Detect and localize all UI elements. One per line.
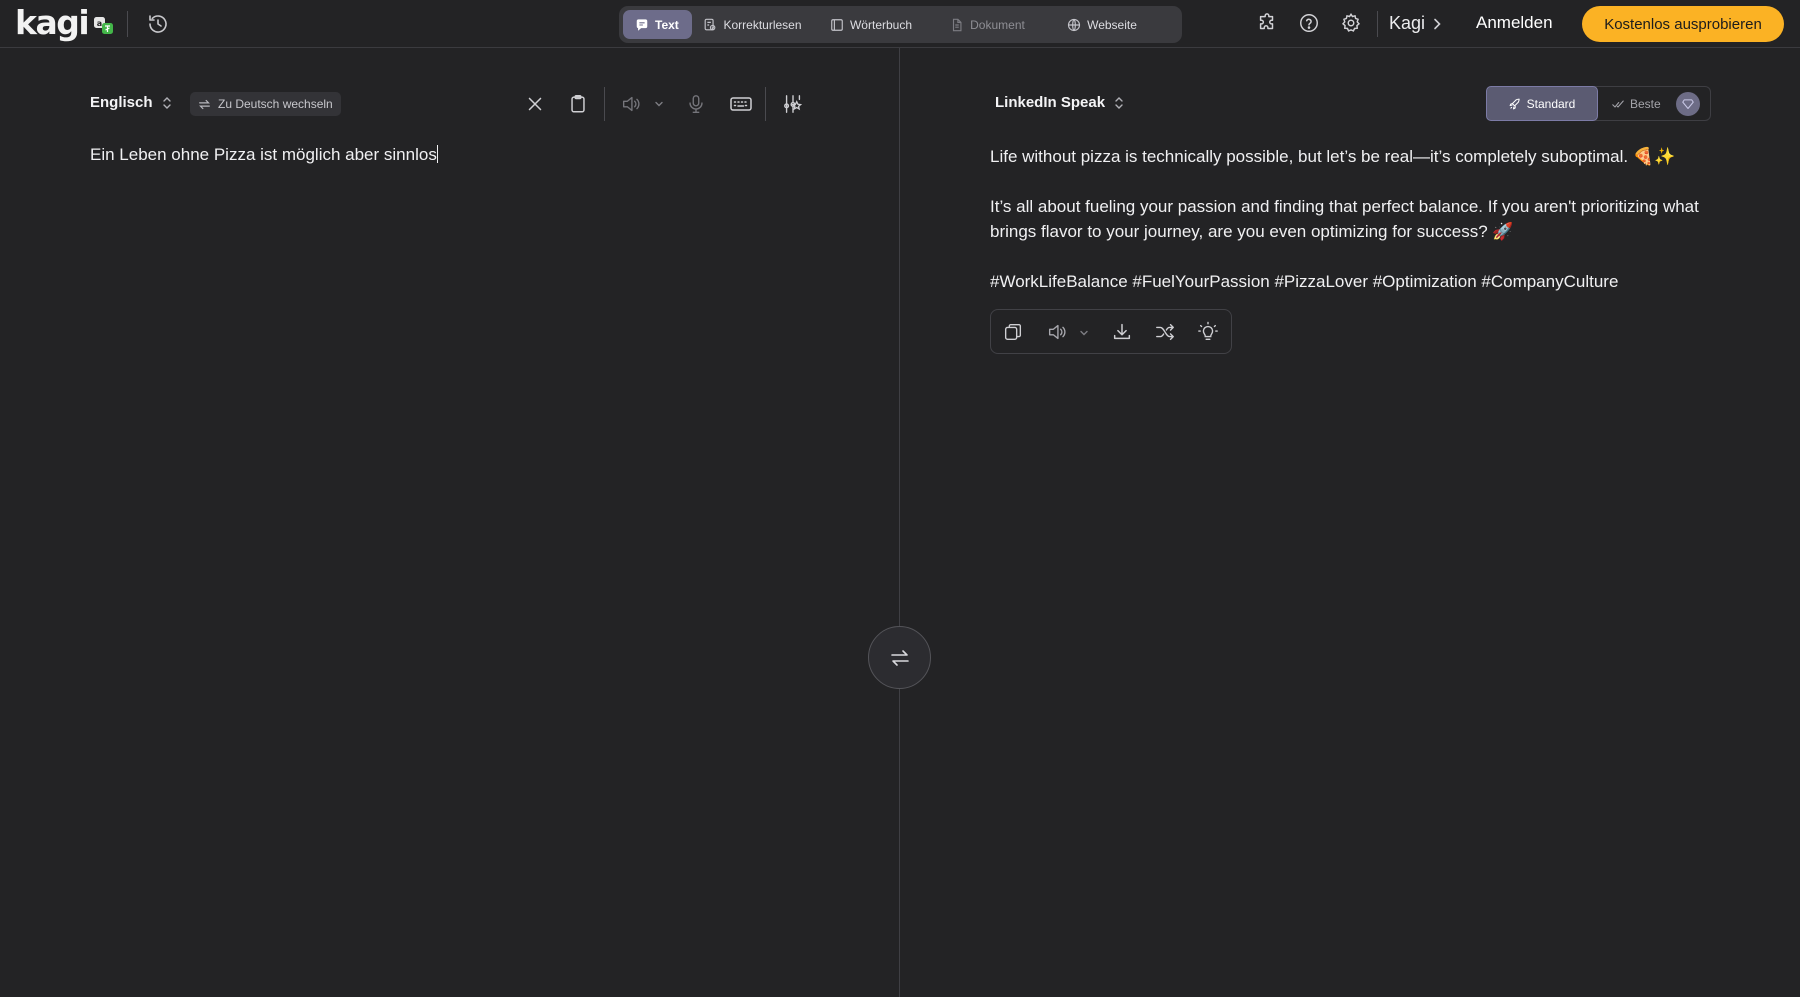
source-text-value: Ein Leben ohne Pizza ist möglich aber si…: [90, 145, 437, 164]
chat-bubble-icon: [635, 18, 649, 32]
double-check-icon: [1612, 98, 1624, 110]
sliders-settings-icon[interactable]: [782, 93, 804, 115]
speaker-icon[interactable]: [1046, 321, 1068, 343]
toolbar-divider: [765, 87, 766, 121]
swap-arrows-icon: [198, 98, 211, 111]
output-hashtags: #WorkLifeBalance #FuelYourPassion #Pizza…: [990, 272, 1619, 291]
quality-best-label: Beste: [1630, 96, 1661, 111]
chevron-down-icon: [654, 99, 664, 109]
logo-text: kagi: [15, 3, 90, 42]
tab-label: Wörterbuch: [849, 17, 913, 32]
tab-website[interactable]: Webseite: [1046, 10, 1158, 39]
tab-label: Text: [655, 17, 679, 32]
target-language-select[interactable]: LinkedIn Speak: [995, 94, 1125, 111]
translate-badge-icon: a: [93, 15, 115, 35]
tab-text[interactable]: Text: [623, 10, 692, 39]
try-free-button[interactable]: Kostenlos ausprobieren: [1582, 6, 1784, 42]
mode-tabs: Text Korrekturlesen Wörterbuch Dokument …: [619, 6, 1182, 43]
swap-arrows-icon: [888, 646, 912, 670]
tab-document: Dokument: [933, 10, 1042, 39]
top-bar: kagi a Text Korrekturlesen Wörterbuch Do…: [0, 0, 1800, 48]
settings-gear-icon[interactable]: [1340, 12, 1362, 34]
download-icon[interactable]: [1111, 321, 1133, 343]
switch-language-label: Zu Deutsch wechseln: [218, 97, 333, 111]
help-icon[interactable]: [1298, 12, 1320, 34]
kagi-link-label: Kagi: [1389, 13, 1426, 33]
switch-to-german-button[interactable]: Zu Deutsch wechseln: [190, 92, 341, 116]
source-language-label: Englisch: [90, 94, 153, 111]
signin-link[interactable]: Anmelden: [1476, 13, 1553, 33]
history-icon[interactable]: [146, 12, 170, 36]
source-language-select[interactable]: Englisch: [90, 94, 173, 111]
swap-languages-button[interactable]: [868, 626, 931, 689]
svg-text:a: a: [97, 19, 102, 28]
lightbulb-icon[interactable]: [1197, 321, 1219, 343]
target-language-label: LinkedIn Speak: [995, 94, 1106, 111]
book-icon: [830, 18, 844, 32]
document-icon: [950, 18, 964, 32]
chevron-right-icon: [1433, 18, 1442, 30]
quality-standard-label: Standard: [1526, 96, 1576, 111]
header-divider: [1377, 11, 1378, 37]
kagi-link[interactable]: Kagi: [1389, 13, 1442, 34]
output-paragraph: Life without pizza is technically possib…: [990, 147, 1676, 166]
tab-label: Korrekturlesen: [723, 17, 802, 32]
clear-close-icon[interactable]: [524, 93, 546, 115]
source-text-input[interactable]: Ein Leben ohne Pizza ist möglich aber si…: [90, 144, 850, 166]
globe-icon: [1067, 18, 1081, 32]
header-divider: [127, 11, 128, 37]
chevron-down-icon[interactable]: [1079, 328, 1089, 338]
speaker-icon: [620, 93, 642, 115]
quality-best-button[interactable]: Beste: [1598, 87, 1710, 120]
chevron-updown-icon: [161, 95, 173, 111]
output-toolbar: [990, 309, 1232, 354]
copy-icon[interactable]: [1002, 321, 1024, 343]
quality-toggle: Standard Beste: [1486, 86, 1711, 121]
panel-divider: [899, 48, 900, 997]
output-paragraph: It’s all about fueling your passion and …: [990, 197, 1699, 241]
premium-gem-icon: [1676, 91, 1700, 116]
extension-puzzle-icon[interactable]: [1256, 12, 1278, 34]
tab-label: Dokument: [970, 17, 1025, 32]
proofread-icon: [703, 18, 717, 32]
translation-output: Life without pizza is technically possib…: [990, 144, 1720, 319]
tab-dictionary[interactable]: Wörterbuch: [813, 10, 929, 39]
tab-label: Webseite: [1087, 17, 1137, 32]
keyboard-icon[interactable]: [729, 93, 753, 115]
text-cursor: [436, 145, 438, 163]
tab-proofread[interactable]: Korrekturlesen: [696, 10, 809, 39]
chevron-updown-icon: [1113, 95, 1125, 111]
shuffle-icon[interactable]: [1154, 321, 1176, 343]
kagi-logo[interactable]: kagi a: [15, 5, 115, 41]
rocket-icon: [1509, 98, 1521, 110]
toolbar-divider: [604, 87, 605, 121]
microphone-icon[interactable]: [685, 93, 707, 115]
quality-standard-button[interactable]: Standard: [1486, 86, 1598, 121]
paste-clipboard-icon[interactable]: [567, 93, 589, 115]
